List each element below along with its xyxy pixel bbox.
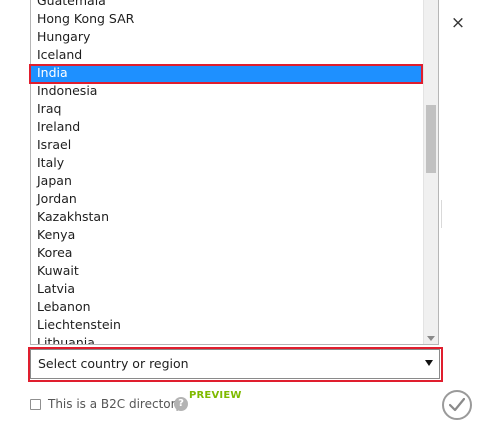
scrollbar-thumb[interactable] <box>426 105 436 173</box>
scroll-down-arrow-icon[interactable] <box>427 336 435 341</box>
list-item[interactable]: Kazakhstan <box>31 208 423 226</box>
list-item[interactable]: Italy <box>31 154 423 172</box>
close-button[interactable]: × <box>448 12 468 34</box>
list-item[interactable]: Hong Kong SAR <box>31 10 423 28</box>
list-item[interactable]: Lithuania <box>31 334 423 344</box>
b2c-label: This is a B2C directory. <box>48 397 185 411</box>
question-circle-icon[interactable]: ? <box>174 397 188 411</box>
confirm-button[interactable] <box>442 390 472 420</box>
b2c-checkbox[interactable] <box>30 399 41 410</box>
list-item[interactable]: Japan <box>31 172 423 190</box>
list-item[interactable]: Jordan <box>31 190 423 208</box>
list-item[interactable]: Ireland <box>31 118 423 136</box>
list-item[interactable]: Guatemala <box>31 0 423 10</box>
list-item[interactable]: Kuwait <box>31 262 423 280</box>
list-item[interactable]: Iceland <box>31 46 423 64</box>
list-item-selected[interactable]: India <box>31 64 423 82</box>
preview-badge: PREVIEW <box>189 390 242 401</box>
list-item[interactable]: Korea <box>31 244 423 262</box>
list-item[interactable]: Lebanon <box>31 298 423 316</box>
list-item[interactable]: Indonesia <box>31 82 423 100</box>
list-item[interactable]: Israel <box>31 136 423 154</box>
list-item[interactable]: Iraq <box>31 100 423 118</box>
list-item[interactable]: Kenya <box>31 226 423 244</box>
checkmark-icon <box>449 398 465 412</box>
list-scrollbar[interactable] <box>423 0 438 344</box>
country-list-items: Guatemala Hong Kong SAR Hungary Iceland … <box>31 0 423 344</box>
list-item[interactable]: Liechtenstein <box>31 316 423 334</box>
chevron-down-icon <box>425 360 433 366</box>
country-dropdown-list[interactable]: Guatemala Hong Kong SAR Hungary Iceland … <box>30 0 439 345</box>
list-item[interactable]: Latvia <box>31 280 423 298</box>
list-item[interactable]: Hungary <box>31 28 423 46</box>
country-select[interactable]: Select country or region <box>30 349 440 379</box>
background-divider <box>441 200 442 228</box>
country-select-value: Select country or region <box>38 356 189 371</box>
